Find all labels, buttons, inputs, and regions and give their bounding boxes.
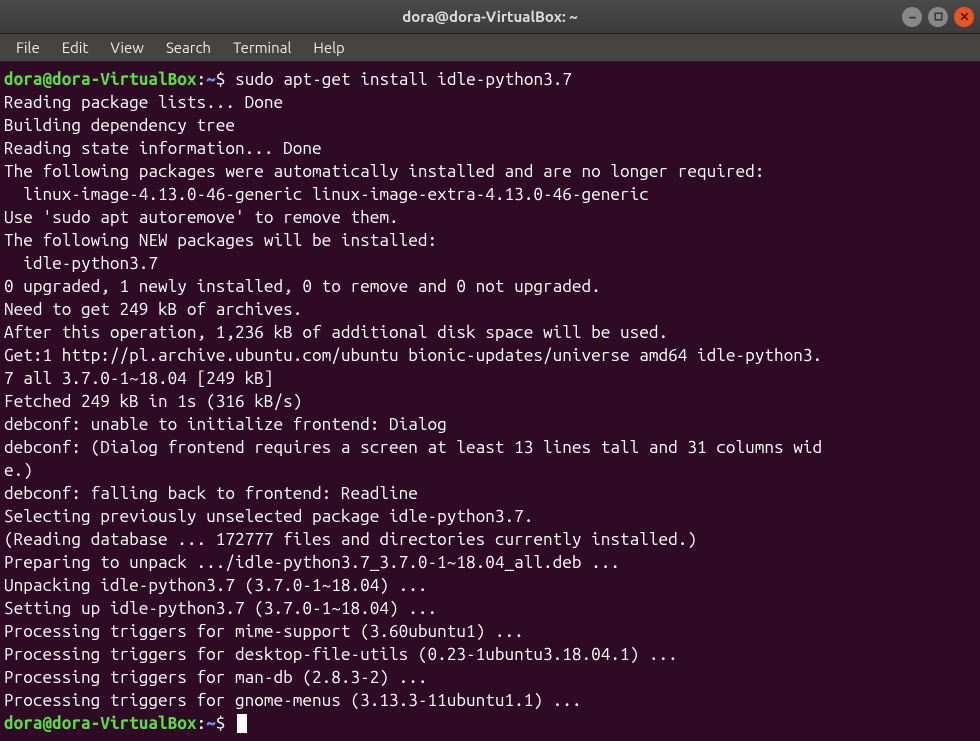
text-cursor [237,714,247,733]
prompt-path: ~ [206,70,216,89]
prompt-dollar-2: $ [216,714,226,733]
prompt-separator-2: : [197,714,207,733]
terminal-output-line: After this operation, 1,236 kB of additi… [4,321,974,344]
terminal-output-line: The following NEW packages will be insta… [4,229,974,252]
terminal-output-line: Reading package lists... Done [4,91,974,114]
terminal-output-line: Selecting previously unselected package … [4,505,974,528]
maximize-button[interactable] [928,7,948,27]
terminal-output-line: Preparing to unpack .../idle-python3.7_3… [4,551,974,574]
terminal-output-line: Unpacking idle-python3.7 (3.7.0-1~18.04)… [4,574,974,597]
prompt-dollar: $ [216,70,226,89]
terminal-output-line: Processing triggers for man-db (2.8.3-2)… [4,666,974,689]
menubar: File Edit View Search Terminal Help [0,34,980,62]
current-input [225,714,235,733]
terminal-output-line: Get:1 http://pl.archive.ubuntu.com/ubunt… [4,344,974,367]
window-title: dora@dora-VirtualBox: ~ [402,8,577,25]
terminal-output-line: 0 upgraded, 1 newly installed, 0 to remo… [4,275,974,298]
window-controls [902,7,974,27]
menu-file[interactable]: File [6,36,50,59]
prompt-line-final: dora@dora-VirtualBox:~$ [4,712,974,735]
prompt-path-2: ~ [206,714,216,733]
terminal-output-line: e.) [4,459,974,482]
terminal-output: Reading package lists... DoneBuilding de… [4,91,974,712]
terminal-output-line: (Reading database ... 172777 files and d… [4,528,974,551]
prompt-user-host: dora@dora-VirtualBox [4,70,197,89]
terminal-output-line: Use 'sudo apt autoremove' to remove them… [4,206,974,229]
window-titlebar: dora@dora-VirtualBox: ~ [0,0,980,34]
menu-edit[interactable]: Edit [52,36,99,59]
terminal-output-line: The following packages were automaticall… [4,160,974,183]
terminal-output-line: Processing triggers for desktop-file-uti… [4,643,974,666]
close-button[interactable] [954,7,974,27]
terminal-output-line: 7 all 3.7.0-1~18.04 [249 kB] [4,367,974,390]
terminal-output-line: Fetched 249 kB in 1s (316 kB/s) [4,390,974,413]
minimize-icon [907,11,918,22]
menu-help[interactable]: Help [303,36,354,59]
terminal-output-line: Building dependency tree [4,114,974,137]
terminal-output-line: debconf: (Dialog frontend requires a scr… [4,436,974,459]
terminal-output-line: linux-image-4.13.0-46-generic linux-imag… [4,183,974,206]
menu-terminal[interactable]: Terminal [223,36,301,59]
close-icon [959,11,970,22]
terminal-output-line: idle-python3.7 [4,252,974,275]
maximize-icon [933,11,944,22]
prompt-line: dora@dora-VirtualBox:~$ sudo apt-get ins… [4,68,974,91]
prompt-separator: : [197,70,207,89]
terminal-output-line: Need to get 249 kB of archives. [4,298,974,321]
terminal-output-line: Setting up idle-python3.7 (3.7.0-1~18.04… [4,597,974,620]
minimize-button[interactable] [902,7,922,27]
terminal-output-line: debconf: unable to initialize frontend: … [4,413,974,436]
terminal-output-line: Processing triggers for gnome-menus (3.1… [4,689,974,712]
terminal-output-line: debconf: falling back to frontend: Readl… [4,482,974,505]
entered-command: sudo apt-get install idle-python3.7 [225,70,572,89]
terminal-output-line: Reading state information... Done [4,137,974,160]
menu-view[interactable]: View [100,36,154,59]
terminal-viewport[interactable]: dora@dora-VirtualBox:~$ sudo apt-get ins… [0,62,980,741]
menu-search[interactable]: Search [156,36,221,59]
terminal-output-line: Processing triggers for mime-support (3.… [4,620,974,643]
prompt-user-host-2: dora@dora-VirtualBox [4,714,197,733]
